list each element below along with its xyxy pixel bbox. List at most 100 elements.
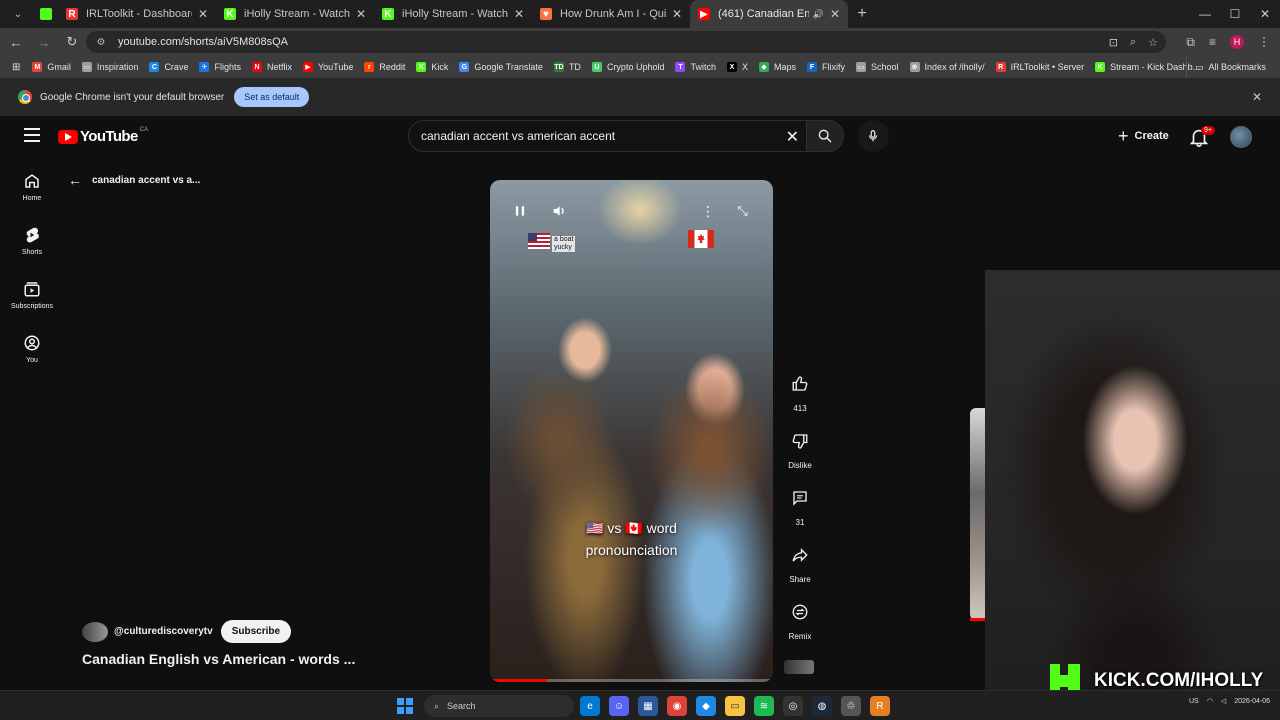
rockstar-icon[interactable]: R (870, 696, 890, 716)
chrome-taskbar-icon[interactable]: ◉ (667, 696, 687, 716)
browser-tab[interactable]: KiHolly Stream - Watch Live on Kick ✕ (216, 0, 374, 28)
bookmark-item[interactable]: U Crypto Uphold (591, 62, 664, 72)
volume-tray-icon[interactable]: ◁ (1221, 697, 1226, 705)
media-control-icon[interactable]: ≡ (1209, 35, 1216, 49)
bookmark-item[interactable]: ▶ YouTube (302, 62, 353, 72)
browser-tab[interactable]: ▶ (461) Canadian English vs American 🔊 ✕ (690, 0, 848, 28)
bookmark-item[interactable]: K Stream - Kick Dashb... (1095, 62, 1200, 72)
maximize-button[interactable]: ☐ (1220, 0, 1250, 28)
account-avatar[interactable] (1230, 126, 1252, 148)
guide-item-subscriptions[interactable]: Subscriptions (0, 268, 64, 322)
bookmark-item[interactable]: N Netflix (251, 62, 292, 72)
bookmark-item[interactable]: ◆ Maps (759, 62, 796, 72)
taskbar-search[interactable]: ⌕ Search (424, 695, 574, 717)
channel-row: @culturediscoverytv Subscribe (82, 620, 292, 643)
calculator-icon[interactable]: ▦ (638, 696, 658, 716)
site-info-icon[interactable]: ⚙ (94, 35, 108, 49)
bookmark-star-icon[interactable]: ☆ (1148, 36, 1158, 49)
shorts-player[interactable]: ⋮ ⤡ a boat yucky 🇺🇸 vs 🇨🇦 word pronounci… (490, 180, 773, 682)
remix-button[interactable] (784, 596, 816, 628)
app-icon[interactable]: ◆ (696, 696, 716, 716)
short-title[interactable]: Canadian English vs American - words ... (82, 651, 355, 667)
clear-search-icon[interactable]: ✕ (786, 127, 799, 147)
discord-icon[interactable]: ☺ (609, 696, 629, 716)
share-button[interactable] (784, 539, 816, 571)
tray-language[interactable]: US (1189, 698, 1199, 705)
fullscreen-button[interactable]: ⤡ (732, 200, 753, 222)
search-button[interactable] (806, 120, 844, 152)
close-window-button[interactable]: ✕ (1250, 0, 1280, 28)
bookmark-item[interactable]: ▭ School (856, 62, 899, 72)
bookmark-item[interactable]: G Google Translate (459, 62, 543, 72)
all-bookmarks-button[interactable]: ▭ All Bookmarks (1185, 56, 1266, 78)
chrome-menu-icon[interactable]: ⋮ (1258, 35, 1270, 49)
file-explorer-icon[interactable]: ▭ (725, 696, 745, 716)
minimize-button[interactable]: — (1190, 0, 1220, 28)
volume-button[interactable] (549, 200, 570, 222)
edge-icon[interactable]: e (580, 696, 600, 716)
obs-icon[interactable]: ◎ (783, 696, 803, 716)
bookmark-item[interactable]: TD TD (553, 62, 581, 72)
tab-audio-icon[interactable]: 🔊 (813, 9, 824, 20)
bookmark-item[interactable]: XX (726, 62, 748, 72)
wifi-icon[interactable]: ◠ (1207, 697, 1213, 705)
search-input[interactable] (421, 129, 761, 143)
steam-icon[interactable]: ◍ (812, 696, 832, 716)
bookmark-item[interactable]: R IRLToolkit • Server (995, 62, 1084, 72)
bookmark-favicon-icon: T (675, 62, 686, 72)
reload-button[interactable]: ↻ (60, 34, 84, 50)
bookmark-item[interactable]: M Gmail (32, 62, 71, 72)
channel-name[interactable]: @culturediscoverytv (114, 626, 213, 637)
profile-avatar[interactable]: H (1230, 35, 1244, 49)
start-button[interactable] (397, 698, 413, 714)
close-tab-icon[interactable]: ✕ (514, 7, 524, 21)
extensions-icon[interactable]: ⧉ (1186, 35, 1195, 50)
bookmark-item[interactable]: T Twitch (675, 62, 716, 72)
create-button[interactable]: + Create (1106, 122, 1181, 150)
bookmark-item[interactable]: F Flixify (807, 62, 845, 72)
bookmark-item[interactable]: ✈ Flights (199, 62, 241, 72)
like-button[interactable] (784, 368, 816, 400)
video-progress-bar[interactable] (490, 679, 773, 682)
forward-button[interactable]: → (32, 35, 56, 50)
dislike-button[interactable] (784, 425, 816, 457)
new-tab-button[interactable]: + (848, 5, 876, 23)
more-options-button[interactable]: ⋮ (698, 200, 719, 222)
address-bar[interactable]: ⚙ youtube.com/shorts/aiV5M808sQA ⊡ ⌕ ☆ (86, 31, 1166, 53)
apps-grid-icon[interactable]: ⊞ (12, 62, 20, 73)
back-to-results[interactable]: ← canadian accent vs a... (68, 172, 200, 188)
tab-search-icon[interactable]: ⌄ (8, 4, 28, 24)
zoom-icon[interactable]: ⌕ (1130, 36, 1136, 49)
menu-icon[interactable] (24, 128, 40, 142)
recycle-icon[interactable]: ♲ (841, 696, 861, 716)
spotify-icon[interactable]: ≋ (754, 696, 774, 716)
pause-button[interactable] (510, 200, 531, 222)
youtube-logo[interactable]: YouTube CA (58, 127, 148, 145)
tray-date[interactable]: 2026-04-06 (1234, 698, 1270, 705)
pinned-tab-kick[interactable] (34, 0, 58, 28)
browser-tab[interactable]: ♥ How Drunk Am I - Quiz: Am I Drunk ✕ (532, 0, 690, 28)
close-infobar-icon[interactable]: ✕ (1252, 90, 1262, 104)
comments-button[interactable] (784, 482, 816, 514)
bookmark-item[interactable]: C Crave (149, 62, 188, 72)
back-button[interactable]: ← (4, 35, 28, 50)
channel-thumbnail[interactable] (784, 660, 814, 674)
channel-avatar[interactable] (82, 621, 108, 642)
set-default-button[interactable]: Set as default (234, 87, 310, 107)
bookmark-item[interactable]: r Reddit (364, 62, 405, 72)
guide-item-you[interactable]: You (0, 322, 64, 376)
subscribe-button[interactable]: Subscribe (220, 620, 292, 643)
voice-search-button[interactable] (857, 120, 889, 152)
guide-item-home[interactable]: Home (0, 160, 64, 214)
browser-tab[interactable]: R IRLToolkit - Dashboard ✕ (58, 0, 216, 28)
guide-item-shorts[interactable]: Shorts (0, 214, 64, 268)
close-tab-icon[interactable]: ✕ (672, 7, 682, 21)
close-tab-icon[interactable]: ✕ (198, 7, 208, 21)
close-tab-icon[interactable]: ✕ (830, 7, 840, 21)
install-app-icon[interactable]: ⊡ (1109, 36, 1118, 49)
browser-tab[interactable]: KiHolly Stream - Watch Live on Kick ✕ (374, 0, 532, 28)
bookmark-item[interactable]: ▭ Inspiration (81, 62, 138, 72)
bookmark-item[interactable]: K Kick (416, 62, 448, 72)
bookmark-item[interactable]: ⊕ Index of /iholly/ (909, 62, 985, 72)
close-tab-icon[interactable]: ✕ (356, 7, 366, 21)
